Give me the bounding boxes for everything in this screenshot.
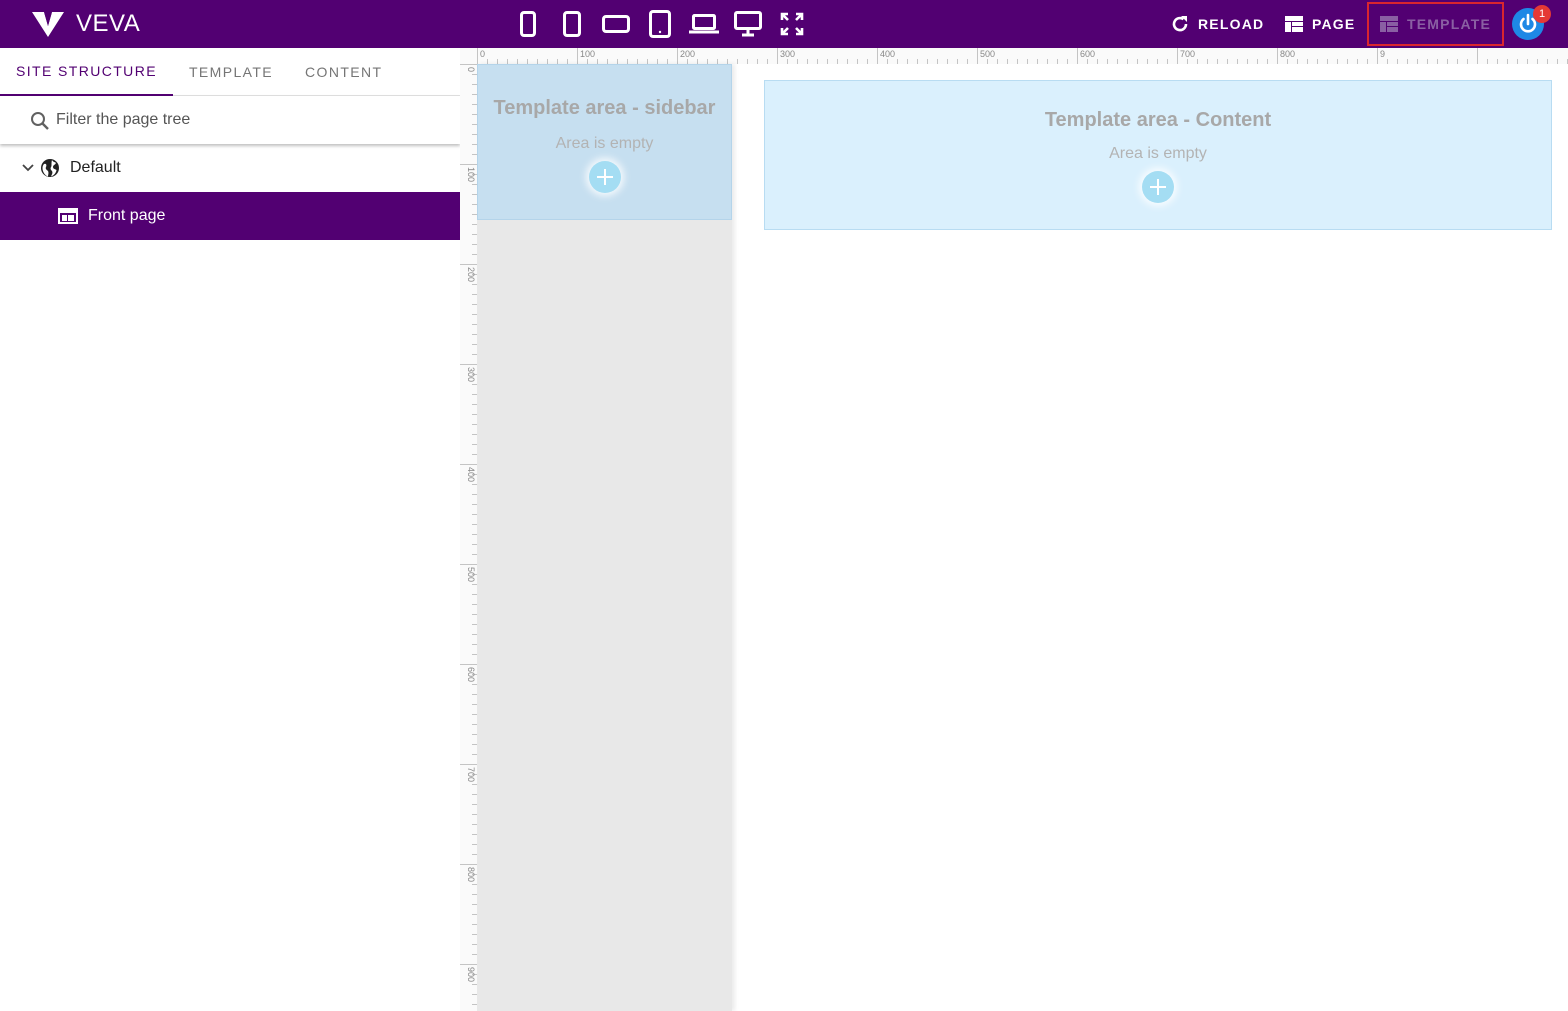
reload-button[interactable]: RELOAD	[1171, 8, 1264, 40]
ruler-label: 600	[466, 667, 476, 682]
sidebar-area-title: Template area - sidebar	[493, 97, 716, 119]
web-page-icon	[58, 208, 78, 224]
mobile-large-icon[interactable]	[550, 8, 594, 40]
ruler-label: 500	[980, 49, 995, 59]
ruler-label: 400	[466, 467, 476, 482]
device-switcher	[506, 8, 814, 40]
search-icon	[31, 112, 49, 130]
page-label: PAGE	[1312, 16, 1356, 32]
ruler-label: 100	[466, 167, 476, 182]
globe-icon	[41, 159, 59, 177]
ruler-label: 500	[466, 567, 476, 582]
ruler-label: 700	[466, 767, 476, 782]
template-area-content[interactable]: Template area - Content Area is empty	[764, 80, 1552, 230]
tree-item-default[interactable]: Default	[0, 144, 460, 192]
tree-root-label: Default	[70, 159, 121, 176]
left-panel: SITE STRUCTURE TEMPLATE CONTENT Default …	[0, 48, 460, 1011]
ruler-label: 200	[466, 267, 476, 282]
ruler-label: 9	[1380, 49, 1385, 59]
page-canvas: 0 100 200 300 400 500 600 700 800 9 0 100 200 300 400…	[460, 48, 1568, 1011]
ruler-label: 300	[466, 367, 476, 382]
chevron-down-icon[interactable]	[20, 160, 36, 176]
app-name: VEVA	[76, 10, 141, 37]
ruler-label: 0	[466, 67, 476, 72]
tree-item-front-page[interactable]: Front page	[0, 192, 460, 240]
template-layout-icon	[1380, 16, 1398, 32]
ruler-label: 800	[1280, 49, 1295, 59]
mobile-portrait-icon[interactable]	[506, 8, 550, 40]
tab-site-structure[interactable]: SITE STRUCTURE	[0, 48, 173, 96]
ruler-label: 0	[480, 49, 485, 59]
template-area-sidebar[interactable]: Template area - sidebar Area is empty	[477, 64, 732, 220]
ruler-label: 900	[466, 967, 476, 982]
horizontal-ruler: 0 100 200 300 400 500 600 700 800 9	[477, 48, 1568, 64]
vertical-ruler: 0 100 200 300 400 500 600 700 800 900	[460, 64, 477, 1011]
plus-icon	[1150, 179, 1166, 195]
template-button[interactable]: TEMPLATE	[1380, 8, 1491, 40]
ruler-label: 700	[1180, 49, 1195, 59]
fullscreen-icon[interactable]	[770, 8, 814, 40]
ruler-corner	[460, 48, 477, 64]
filter-bar	[0, 96, 460, 144]
tab-template[interactable]: TEMPLATE	[173, 48, 289, 96]
veva-logo-icon	[32, 12, 64, 37]
plus-icon	[596, 169, 613, 185]
ruler-label: 200	[680, 49, 695, 59]
sidebar-area-status: Area is empty	[555, 135, 654, 152]
reload-label: RELOAD	[1198, 16, 1265, 32]
brand[interactable]: VEVA	[32, 9, 140, 39]
content-add-button[interactable]	[1142, 171, 1174, 203]
top-bar: VEVA RELOAD PAGE TEMPLATE 1	[0, 0, 1568, 48]
content-area-title: Template area - Content	[1044, 109, 1272, 131]
ruler-label: 400	[880, 49, 895, 59]
filter-page-tree-input[interactable]	[56, 108, 436, 132]
panel-tabs: SITE STRUCTURE TEMPLATE CONTENT	[0, 48, 460, 96]
desktop-icon[interactable]	[726, 8, 770, 40]
content-area-status: Area is empty	[1109, 145, 1207, 162]
mobile-landscape-icon[interactable]	[594, 8, 638, 40]
ruler-label: 300	[780, 49, 795, 59]
laptop-icon[interactable]	[682, 8, 726, 40]
page-button[interactable]: PAGE	[1285, 8, 1355, 40]
ruler-label: 600	[1080, 49, 1095, 59]
tree-page-label: Front page	[88, 207, 166, 224]
ruler-label: 800	[466, 867, 476, 882]
tab-content[interactable]: CONTENT	[289, 48, 398, 96]
tablet-icon[interactable]	[638, 8, 682, 40]
reload-icon	[1172, 16, 1188, 32]
sidebar-add-button[interactable]	[588, 161, 621, 193]
ruler-label: 100	[580, 49, 595, 59]
notification-badge: 1	[1533, 5, 1551, 23]
page-layout-icon	[1285, 16, 1303, 32]
template-label: TEMPLATE	[1407, 16, 1492, 32]
